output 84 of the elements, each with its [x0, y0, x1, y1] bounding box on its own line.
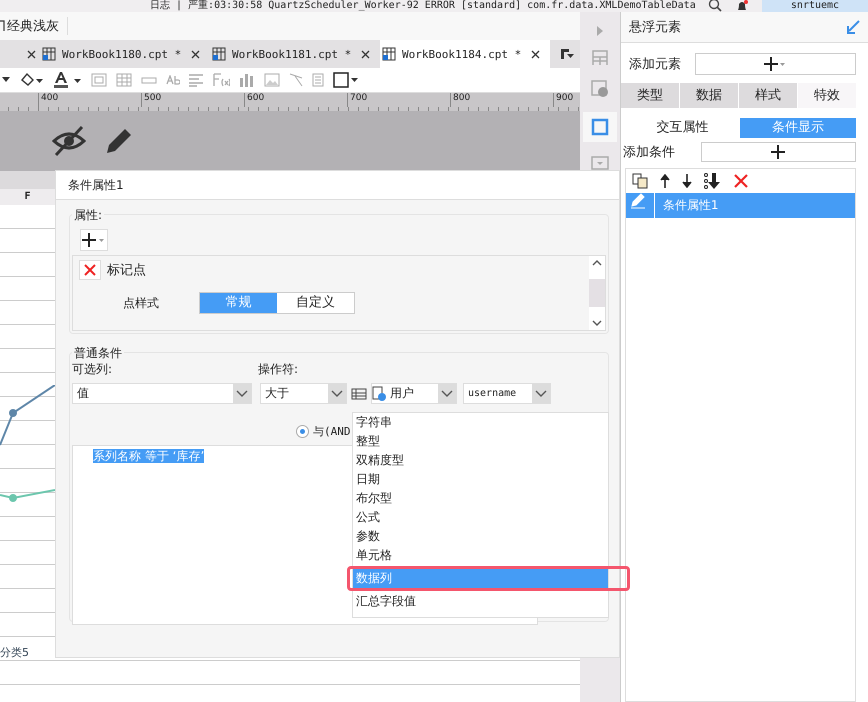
frame-icon[interactable] [590, 118, 609, 136]
formula-icon[interactable] [212, 73, 230, 87]
close-icon[interactable] [191, 50, 200, 58]
menu-item[interactable]: 字符串 [353, 413, 608, 432]
section-title: 属性: [72, 207, 104, 224]
value-select[interactable]: username [463, 383, 551, 404]
fill-color-icon[interactable] [19, 72, 43, 88]
merge-cells-icon[interactable] [91, 73, 107, 87]
text-field-icon[interactable] [141, 75, 157, 85]
section-title: 普通条件 [72, 345, 124, 362]
ruler-label: 400 [38, 93, 141, 107]
plus-icon [764, 57, 786, 71]
chart-icon[interactable] [239, 73, 255, 87]
add-element-label: 添加元素 [628, 56, 682, 73]
file-tab[interactable]: WorkBook1184.cpt * [380, 40, 550, 68]
down-arrow-icon[interactable] [682, 174, 692, 188]
panel-title: 悬浮元素 [628, 19, 681, 36]
panel-tab[interactable]: 数据 [680, 83, 738, 108]
up-arrow-icon[interactable] [660, 174, 670, 188]
file-tab[interactable]: WorkBook1180.cpt * [40, 40, 210, 68]
log-message: 日志 | 严重:03:30:58 QuartzScheduler_Worker-92 ERROR [standard] com.fr.data.XMLDemoTableData [149, 0, 697, 12]
search-icon[interactable] [708, 0, 722, 12]
dialog-title: 条件属性1 [68, 176, 124, 194]
column-select[interactable]: 值 [72, 383, 252, 404]
add-condition-label: 添加条件 [622, 144, 676, 161]
chevron-down-icon[interactable] [592, 320, 602, 327]
delete-icon [84, 264, 96, 276]
column-label: 可选列: [72, 361, 114, 378]
column-header: F [0, 189, 55, 205]
add-property-button[interactable] [80, 229, 108, 251]
table-icon[interactable] [116, 73, 132, 87]
close-icon[interactable] [531, 50, 540, 58]
caret-icon[interactable] [2, 77, 10, 83]
scrollbar[interactable] [589, 256, 605, 330]
pencil-icon[interactable] [104, 126, 134, 156]
border-icon[interactable] [333, 72, 359, 88]
theme-label[interactable]: 经典浅灰 [7, 17, 68, 35]
chevron-down-icon [236, 390, 248, 398]
chevron-down-icon [441, 390, 453, 398]
plus-icon [82, 233, 106, 247]
ruler-label: 700 [347, 93, 450, 107]
text-icon[interactable] [166, 75, 180, 85]
chevron-down-icon [535, 390, 547, 398]
delete-button[interactable] [79, 260, 101, 280]
ruler-label: 500 [141, 93, 244, 107]
close-icon[interactable] [27, 50, 36, 58]
chevron-up-icon[interactable] [592, 259, 602, 266]
ruler-label: 600 [244, 93, 347, 107]
and-label: 与(AND [313, 424, 350, 439]
document-icon[interactable] [312, 73, 324, 87]
operator-label: 操作符: [258, 361, 298, 378]
font-color-icon[interactable] [52, 72, 82, 88]
move-bottom-icon[interactable] [704, 173, 722, 189]
and-radio[interactable] [296, 425, 309, 438]
panel-tab[interactable]: 特效 [798, 83, 856, 108]
report-file-icon [42, 47, 56, 61]
list-icon[interactable] [351, 388, 367, 400]
point-style-label: 点样式 [123, 294, 160, 312]
property-name: 标记点 [107, 262, 146, 279]
operator-select[interactable]: 大于 [260, 383, 347, 404]
file-tab[interactable]: WorkBook1181.cpt * [210, 40, 380, 68]
image-icon[interactable] [264, 73, 280, 87]
user-name[interactable]: snrtuemc [762, 0, 868, 12]
copy-icon[interactable] [632, 173, 648, 189]
hidden-eye-icon[interactable] [52, 126, 86, 156]
panel-tab[interactable]: 类型 [620, 83, 679, 108]
delete-icon[interactable] [734, 174, 748, 188]
chevron-down-icon [331, 390, 343, 398]
tab-list-icon[interactable] [560, 48, 574, 60]
user-data-icon [372, 386, 386, 402]
arrow-icon[interactable] [846, 20, 860, 34]
report-file-icon [382, 47, 396, 61]
panel-tab[interactable]: 样式 [738, 83, 797, 108]
close-icon[interactable] [361, 50, 370, 58]
align-icon[interactable] [189, 73, 203, 87]
value-type-select[interactable]: 用户 [371, 383, 457, 404]
bell-icon[interactable] [736, 0, 748, 12]
category-label: 分类5 [0, 645, 29, 660]
segment-button[interactable]: 自定义 [277, 293, 354, 313]
slash-icon[interactable] [289, 73, 303, 87]
table-info-icon[interactable] [590, 80, 609, 98]
report-file-icon [212, 47, 226, 61]
ruler-label: 800 [450, 93, 553, 107]
plus-icon [771, 145, 786, 159]
